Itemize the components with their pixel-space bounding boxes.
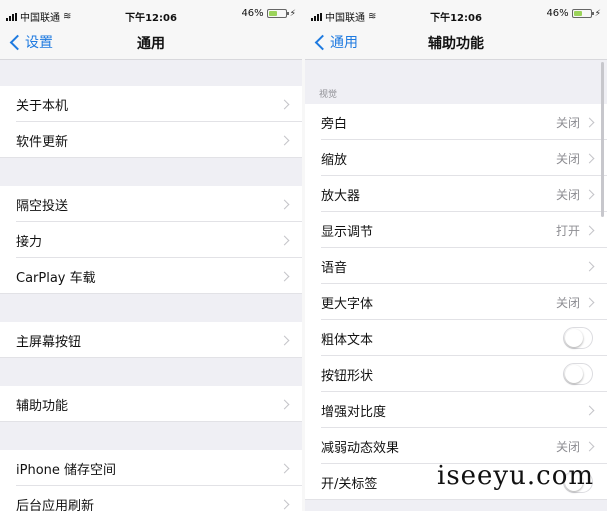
chevron-right-icon [279,135,290,145]
row-value: 关闭 [555,187,580,202]
charging-icon: ⚡ [594,8,601,19]
section-header-vision: 视觉 [319,90,338,100]
row-increase-contrast[interactable]: 增强对比度 [305,392,607,428]
row-label: 缩放 [321,152,348,168]
row-voiceover[interactable]: 旁白 关闭 [305,104,607,140]
row-label: 粗体文本 [321,332,374,348]
general-settings-screen: 中国联通 ≋ 下午12:06 46% ⚡ 设置 通用 关于本机 软件更新 隔空投… [0,0,302,511]
battery-percent: 46% [241,8,264,19]
chevron-right-icon [584,153,595,163]
battery-percent: 46% [546,8,569,19]
page-title: 辅助功能 [428,36,484,52]
bold-text-toggle[interactable] [563,327,593,349]
battery-icon [266,9,289,18]
row-label: 主屏幕按钮 [16,334,82,350]
row-label: 隔空投送 [16,198,69,214]
row-airdrop[interactable]: 隔空投送 [0,186,302,222]
row-label: 减弱动态效果 [321,440,400,456]
row-value: 关闭 [555,115,580,130]
chevron-right-icon [279,399,290,409]
row-button-shapes: 按钮形状 [305,356,607,392]
row-display-accommodations[interactable]: 显示调节 打开 [305,212,607,248]
row-label: CarPlay 车载 [16,270,96,286]
nav-bar: 通用 辅助功能 [305,28,607,60]
row-value: 关闭 [555,295,580,310]
page-title: 通用 [137,36,165,52]
battery-info: 46% ⚡ [546,8,601,19]
chevron-right-icon [279,199,290,209]
row-value: 关闭 [555,439,580,454]
row-label: 辅助功能 [16,398,69,414]
row-bold-text: 粗体文本 [305,320,607,356]
row-label: 增强对比度 [321,404,387,420]
row-label: 软件更新 [16,134,69,150]
row-handoff[interactable]: 接力 [0,222,302,258]
row-label: 放大器 [321,188,361,204]
chevron-right-icon [584,405,595,415]
chevron-right-icon [584,189,595,199]
toggle-knob [565,365,583,383]
watermark: iseeyu.com [437,461,594,491]
row-larger-text[interactable]: 更大字体 关闭 [305,284,607,320]
row-label: 语音 [321,260,348,276]
row-label: 接力 [16,234,43,250]
row-label: 显示调节 [321,224,374,240]
row-label: 按钮形状 [321,368,374,384]
row-carplay[interactable]: CarPlay 车载 [0,258,302,294]
battery-icon [571,9,594,18]
charging-icon: ⚡ [289,8,296,19]
chevron-right-icon [279,335,290,345]
chevron-right-icon [279,463,290,473]
chevron-right-icon [279,235,290,245]
scrollbar[interactable] [601,62,604,217]
row-label: 后台应用刷新 [16,498,95,511]
chevron-right-icon [584,261,595,271]
row-magnifier[interactable]: 放大器 关闭 [305,176,607,212]
row-reduce-motion[interactable]: 减弱动态效果 关闭 [305,428,607,464]
row-about[interactable]: 关于本机 [0,86,302,122]
row-background-refresh[interactable]: 后台应用刷新 [0,486,302,511]
battery-info: 46% ⚡ [241,8,296,19]
accessibility-screen: 中国联通 ≋ 下午12:06 46% ⚡ 通用 辅助功能 视觉 旁白 关闭 缩放关… [305,0,607,511]
toggle-knob [565,329,583,347]
row-accessibility[interactable]: 辅助功能 [0,386,302,422]
row-label: iPhone 储存空间 [16,462,117,478]
nav-bar: 设置 通用 [0,28,302,60]
status-bar: 中国联通 ≋ 下午12:06 46% ⚡ [305,0,607,28]
row-label: 更大字体 [321,296,374,312]
chevron-right-icon [584,225,595,235]
row-software-update[interactable]: 软件更新 [0,122,302,158]
row-value: 关闭 [555,151,580,166]
button-shapes-toggle[interactable] [563,363,593,385]
row-home-button[interactable]: 主屏幕按钮 [0,322,302,358]
row-speech[interactable]: 语音 [305,248,607,284]
row-iphone-storage[interactable]: iPhone 储存空间 [0,450,302,486]
chevron-right-icon [584,297,595,307]
row-label: 关于本机 [16,98,69,114]
chevron-right-icon [584,441,595,451]
chevron-right-icon [279,99,290,109]
chevron-right-icon [279,499,290,509]
chevron-right-icon [279,271,290,281]
row-zoom[interactable]: 缩放 关闭 [305,140,607,176]
status-bar: 中国联通 ≋ 下午12:06 46% ⚡ [0,0,302,28]
chevron-right-icon [584,117,595,127]
row-label: 旁白 [321,116,348,132]
row-value: 打开 [555,223,580,238]
